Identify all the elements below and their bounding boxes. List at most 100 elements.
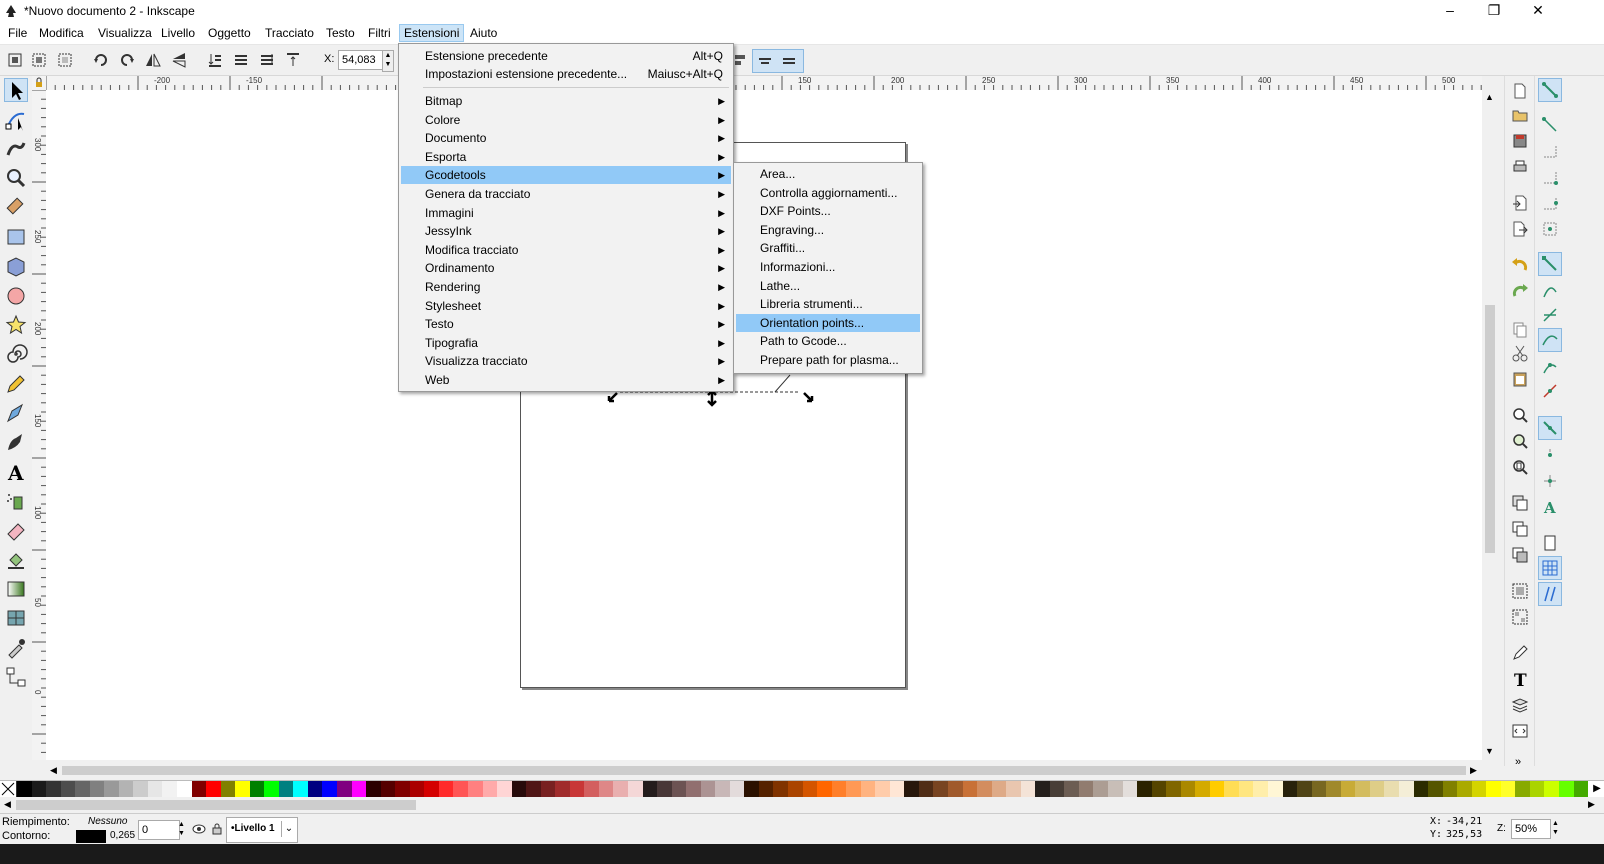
- eraser-tool[interactable]: [4, 518, 28, 542]
- fill-stroke-icon[interactable]: [1511, 644, 1529, 662]
- snap-toggle-button[interactable]: [1538, 78, 1562, 102]
- horizontal-scroll-thumb[interactable]: [62, 766, 1466, 775]
- layer-dropdown[interactable]: •Livello 1 ⌄: [226, 817, 298, 843]
- color-swatch[interactable]: [787, 781, 803, 797]
- submenu-gcodetools[interactable]: Gcodetools ▶: [401, 166, 731, 185]
- color-swatch[interactable]: [1398, 781, 1414, 797]
- snap-guides-button[interactable]: [1538, 582, 1562, 606]
- color-swatch[interactable]: [1020, 781, 1036, 797]
- lower-to-bottom-icon[interactable]: [206, 51, 224, 69]
- color-swatch[interactable]: [467, 781, 483, 797]
- color-swatch[interactable]: [1078, 781, 1094, 797]
- cut-icon[interactable]: [1511, 344, 1529, 362]
- rectangle-tool[interactable]: [4, 225, 28, 249]
- color-swatch[interactable]: [1384, 781, 1399, 797]
- menu-visualizza[interactable]: Visualizza: [94, 25, 156, 41]
- stroke-color-swatch[interactable]: [76, 830, 106, 843]
- color-swatch[interactable]: [1471, 781, 1487, 797]
- color-swatch[interactable]: [177, 781, 192, 797]
- color-swatch[interactable]: [1093, 781, 1109, 797]
- 3d-box-tool[interactable]: [4, 254, 28, 278]
- color-swatch[interactable]: [1326, 781, 1341, 797]
- undo-icon[interactable]: [1511, 256, 1529, 274]
- eye-visibility-icon[interactable]: [192, 822, 206, 836]
- color-swatch[interactable]: [104, 781, 119, 797]
- snap-smooth-nodes-icon[interactable]: [1541, 358, 1559, 376]
- color-swatch[interactable]: [395, 781, 410, 797]
- color-swatch[interactable]: [904, 781, 919, 797]
- color-swatch[interactable]: [482, 781, 498, 797]
- spray-tool[interactable]: [4, 489, 28, 513]
- color-swatch[interactable]: [322, 781, 338, 797]
- export-icon[interactable]: [1511, 220, 1529, 238]
- color-swatch[interactable]: [1180, 781, 1196, 797]
- gcodetools-item[interactable]: DXF Points...: [736, 202, 920, 220]
- color-swatch[interactable]: [307, 781, 323, 797]
- color-swatch[interactable]: [249, 781, 265, 797]
- mesh-tool[interactable]: [4, 606, 28, 630]
- color-swatch[interactable]: [1108, 781, 1123, 797]
- color-swatch[interactable]: [642, 781, 658, 797]
- color-swatch[interactable]: [1224, 781, 1239, 797]
- stroke-width-value[interactable]: 0,265: [110, 830, 135, 841]
- color-swatch[interactable]: [627, 781, 643, 797]
- pen-tool[interactable]: [4, 401, 28, 425]
- color-swatch[interactable]: [977, 781, 992, 797]
- scroll-down-arrow-icon[interactable]: ▼: [1485, 746, 1494, 756]
- color-swatch[interactable]: [1122, 781, 1138, 797]
- color-swatch[interactable]: [526, 781, 541, 797]
- submenu-ordinamento[interactable]: Ordinamento ▶: [401, 259, 731, 277]
- minimize-button[interactable]: –: [1428, 0, 1472, 22]
- clone-icon[interactable]: [1511, 520, 1529, 538]
- color-swatch[interactable]: [31, 781, 47, 797]
- color-swatch[interactable]: [1195, 781, 1210, 797]
- x-coordinate-stepper[interactable]: ▲ ▼: [382, 50, 394, 72]
- color-swatch[interactable]: [817, 781, 832, 797]
- unlink-clone-icon[interactable]: [1511, 546, 1529, 564]
- measure-tool[interactable]: [4, 196, 28, 220]
- color-swatch[interactable]: [75, 781, 90, 797]
- gradient-tool[interactable]: [4, 577, 28, 601]
- color-swatch[interactable]: [60, 781, 76, 797]
- color-swatch[interactable]: [671, 781, 687, 797]
- color-swatch[interactable]: [1006, 781, 1021, 797]
- snap-others-button[interactable]: [1538, 416, 1562, 440]
- gcodetools-item[interactable]: Prepare path for plasma...: [736, 351, 920, 369]
- scroll-up-arrow-icon[interactable]: ▲: [1485, 92, 1494, 102]
- submenu-testo[interactable]: Testo ▶: [401, 315, 731, 333]
- color-swatch[interactable]: [744, 781, 759, 797]
- close-window-button[interactable]: ✕: [1516, 0, 1560, 22]
- snap-object-center-icon[interactable]: [1541, 446, 1559, 464]
- new-document-icon[interactable]: [1511, 82, 1529, 100]
- gcodetools-item[interactable]: Orientation points...: [736, 313, 920, 332]
- scale-handle-bottom-right[interactable]: [803, 392, 814, 403]
- snap-page-border-icon[interactable]: [1541, 534, 1559, 552]
- scroll-right-arrow-icon[interactable]: ▶: [1470, 765, 1477, 776]
- snap-paths-icon[interactable]: [1541, 282, 1559, 300]
- color-swatch[interactable]: [1544, 781, 1559, 797]
- color-swatch[interactable]: [1209, 781, 1225, 797]
- palette-menu-arrow-icon[interactable]: ▶: [1590, 781, 1604, 797]
- print-icon[interactable]: [1511, 158, 1529, 176]
- color-swatch[interactable]: [1253, 781, 1269, 797]
- snap-bbox-corner-icon[interactable]: [1541, 168, 1559, 186]
- color-swatch[interactable]: [802, 781, 818, 797]
- horizontal-ruler[interactable]: -200 -150 150 200 250 300 350 400 450 50…: [46, 76, 1482, 91]
- gcodetools-item[interactable]: Informazioni...: [736, 258, 920, 276]
- color-swatch[interactable]: [162, 781, 178, 797]
- xml-editor-icon[interactable]: [1511, 722, 1529, 740]
- deselect-icon[interactable]: [56, 51, 74, 69]
- color-swatch[interactable]: [598, 781, 614, 797]
- submenu-documento[interactable]: Documento ▶: [401, 129, 731, 147]
- color-swatch[interactable]: [46, 781, 61, 797]
- color-swatch[interactable]: [686, 781, 701, 797]
- node-tool[interactable]: [4, 108, 28, 132]
- submenu-genera-da-tracciato[interactable]: Genera da tracciato ▶: [401, 185, 731, 203]
- rotate-ccw-icon[interactable]: [92, 51, 110, 69]
- color-swatch[interactable]: [453, 781, 468, 797]
- color-swatch[interactable]: [991, 781, 1007, 797]
- snap-nodes-button[interactable]: [1538, 252, 1562, 276]
- duplicate-icon[interactable]: [1511, 494, 1529, 512]
- snap-midpoints-icon[interactable]: [1541, 382, 1559, 400]
- color-swatch[interactable]: [715, 781, 730, 797]
